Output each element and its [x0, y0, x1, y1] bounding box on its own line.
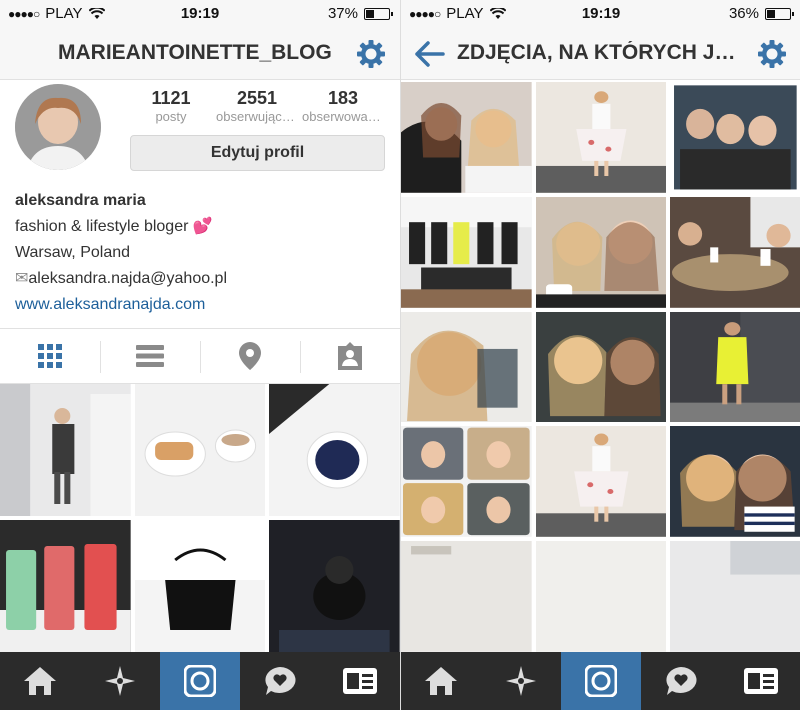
- battery-icon: [765, 7, 794, 20]
- posts-stat[interactable]: 1121 posty: [130, 88, 212, 124]
- bottom-tab-bar: [0, 652, 400, 710]
- photo-thumbnail[interactable]: [670, 82, 800, 193]
- tab-camera[interactable]: [561, 652, 641, 710]
- photo-thumbnail[interactable]: [535, 196, 667, 308]
- status-bar: ●●●●○ PLAY 19:19 36%: [401, 0, 800, 28]
- camera-icon: [585, 665, 617, 697]
- photo-thumbnail[interactable]: [401, 196, 532, 308]
- email-text: aleksandra.najda@yahoo.pl: [28, 270, 228, 287]
- tab-camera[interactable]: [160, 652, 240, 710]
- location-text: Warsaw, Poland: [15, 244, 131, 261]
- battery-icon: [364, 7, 393, 20]
- grid-icon: [38, 344, 62, 368]
- tab-tagged[interactable]: [300, 329, 400, 383]
- battery-percent: 37%: [327, 5, 358, 22]
- photo-thumbnail[interactable]: [401, 541, 532, 652]
- photo-thumbnail[interactable]: [535, 82, 667, 193]
- gear-icon[interactable]: [757, 39, 787, 69]
- tab-activity[interactable]: [641, 652, 721, 710]
- page-title: ZDJĘCIA, NA KTÓRYCH J…: [457, 41, 736, 64]
- tab-grid[interactable]: [0, 329, 100, 383]
- gear-icon[interactable]: [356, 39, 386, 69]
- camera-icon: [184, 665, 216, 697]
- location-pin-icon: [239, 342, 261, 370]
- tab-home[interactable]: [0, 652, 80, 710]
- activity-icon: [666, 667, 697, 695]
- tab-home[interactable]: [401, 652, 481, 710]
- avatar[interactable]: [15, 84, 101, 170]
- back-arrow-icon[interactable]: [415, 40, 445, 68]
- profile-screen: ●●●●○ PLAY 19:19 37% MARIEANTOINETTE_BLOG…: [0, 0, 400, 710]
- tagged-photos-screen: ●●●●○ PLAY 19:19 36% ZDJĘCIA, NA KTÓRYCH …: [400, 0, 800, 710]
- tagged-person-icon: [338, 342, 362, 370]
- home-icon: [425, 667, 457, 695]
- battery-percent: 36%: [728, 5, 759, 22]
- tab-activity[interactable]: [240, 652, 320, 710]
- photo-thumbnail[interactable]: [670, 426, 800, 538]
- photo-grid: [401, 82, 800, 652]
- photo-thumbnail[interactable]: [670, 196, 800, 308]
- photo-thumbnail[interactable]: [269, 520, 400, 652]
- photo-thumbnail[interactable]: [535, 426, 667, 538]
- page-title: MARIEANTOINETTE_BLOG: [58, 41, 332, 64]
- status-bar: ●●●●○ PLAY 19:19 37%: [0, 0, 400, 28]
- photo-thumbnail[interactable]: [269, 384, 400, 516]
- tab-profile[interactable]: [721, 652, 800, 710]
- photo-thumbnail[interactable]: [670, 311, 800, 423]
- explore-icon: [105, 666, 135, 696]
- following-stat[interactable]: 183obserwowanych: [302, 88, 384, 124]
- photo-thumbnail[interactable]: [0, 384, 131, 516]
- photo-thumbnail[interactable]: [670, 541, 800, 652]
- tab-explore[interactable]: [80, 652, 160, 710]
- list-icon: [136, 345, 164, 367]
- photo-thumbnail[interactable]: [401, 311, 532, 423]
- hearts-icon: 💕: [192, 218, 213, 235]
- website-link[interactable]: www.aleksandranajda.com: [15, 292, 227, 318]
- profile-tabs: [0, 328, 400, 384]
- followers-stat[interactable]: 2551 obserwujących: [216, 88, 298, 124]
- photo-thumbnail[interactable]: [401, 426, 532, 538]
- profile-icon: [744, 668, 778, 694]
- profile-icon: [343, 668, 377, 694]
- bio-line: fashion & lifestyle bloger: [15, 218, 189, 235]
- display-name: aleksandra maria: [15, 192, 146, 209]
- photo-thumbnail[interactable]: [134, 384, 266, 516]
- profile-header: 1121 posty 2551 obserwujących 183 obserwowa…: [0, 80, 400, 328]
- activity-icon: [265, 667, 296, 695]
- nav-bar: ZDJĘCIA, NA KTÓRYCH J…: [401, 28, 800, 80]
- photo-grid: [0, 384, 400, 652]
- envelope-icon: ✉: [15, 270, 29, 287]
- photo-thumbnail[interactable]: [134, 520, 266, 652]
- photo-thumbnail[interactable]: [401, 82, 532, 193]
- photo-thumbnail[interactable]: [535, 541, 667, 652]
- bio: aleksandra maria fashion & lifestyle blo…: [15, 188, 227, 318]
- home-icon: [24, 667, 56, 695]
- bottom-tab-bar: [401, 652, 800, 710]
- photo-thumbnail[interactable]: [0, 520, 131, 652]
- explore-icon: [506, 666, 536, 696]
- photo-thumbnail[interactable]: [535, 311, 667, 423]
- edit-profile-button[interactable]: Edytuj profil: [130, 135, 385, 171]
- tab-profile[interactable]: [320, 652, 400, 710]
- tab-list[interactable]: [100, 329, 200, 383]
- tab-map[interactable]: [200, 329, 300, 383]
- nav-bar: MARIEANTOINETTE_BLOG: [0, 28, 400, 80]
- tab-explore[interactable]: [481, 652, 561, 710]
